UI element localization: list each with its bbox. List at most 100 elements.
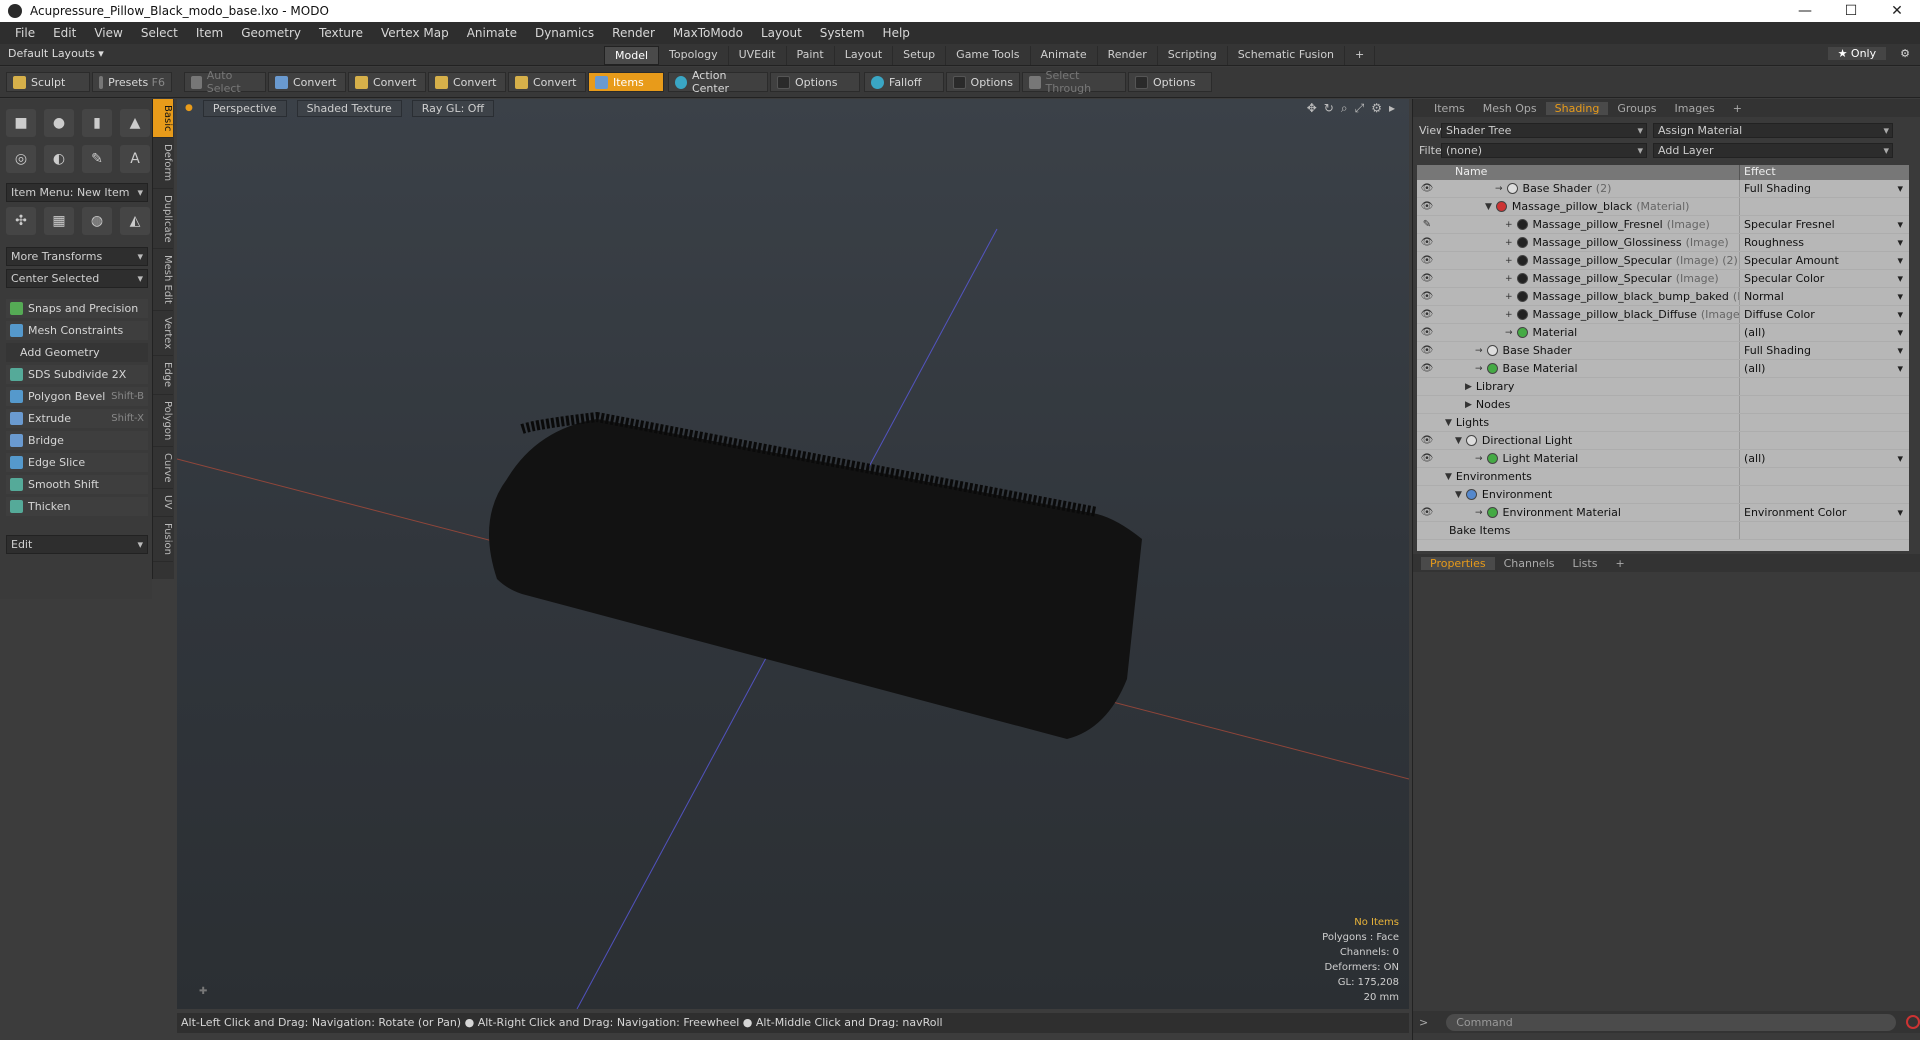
effect-dropdown[interactable] <box>1739 378 1909 395</box>
items-button[interactable]: Items <box>588 72 664 92</box>
options-button-3[interactable]: Options <box>1128 72 1212 92</box>
shading-button[interactable]: Shaded Texture <box>296 99 402 117</box>
visibility-eye-icon[interactable]: 👁 <box>1417 327 1437 338</box>
more-transforms-dropdown[interactable]: More Transforms <box>6 247 148 266</box>
menu-animate[interactable]: Animate <box>458 26 526 40</box>
side-tab-fusion[interactable]: Fusion <box>153 517 173 562</box>
expand-icon[interactable]: ▶ <box>1465 382 1472 392</box>
layout-tab-topology[interactable]: Topology <box>659 46 729 65</box>
layout-tab-setup[interactable]: Setup <box>893 46 947 65</box>
default-layouts-dropdown[interactable]: Default Layouts ▾ <box>8 47 104 60</box>
shader-tree-row[interactable]: 👁+Massage_pillow_black_Diffuse(Image)Dif… <box>1417 306 1909 324</box>
mesh-constraints-button[interactable]: Mesh Constraints <box>6 321 148 340</box>
only-toggle[interactable]: ★ Only <box>1827 47 1887 60</box>
cone-icon[interactable]: ▲ <box>120 109 150 137</box>
shader-tree-row[interactable]: 👁 ▼ Massage_pillow_black (Material) <box>1417 198 1909 216</box>
visibility-eye-icon[interactable]: 👁 <box>1417 273 1437 284</box>
raygl-button[interactable]: Ray GL: Off <box>411 99 495 117</box>
shader-tree-row[interactable]: 👁 ▼ Directional Light <box>1417 432 1909 450</box>
expand-icon[interactable]: → <box>1495 184 1503 194</box>
prop-tab-add[interactable]: + <box>1606 557 1633 570</box>
side-tab-vertex[interactable]: Vertex <box>153 311 173 357</box>
command-input[interactable]: Command <box>1446 1013 1897 1031</box>
shader-tree-row[interactable]: 👁+Massage_pillow_black_bump_baked(Image)… <box>1417 288 1909 306</box>
menu-edit[interactable]: Edit <box>44 26 85 40</box>
torus-icon[interactable]: ◎ <box>6 145 36 173</box>
minimize-button[interactable]: — <box>1782 0 1828 22</box>
sculpt-button[interactable]: Sculpt <box>6 72 90 92</box>
presets-button[interactable]: Presets F6 <box>92 72 172 92</box>
menu-select[interactable]: Select <box>132 26 187 40</box>
layout-tab-layout[interactable]: Layout <box>835 46 894 65</box>
expand-icon[interactable]: ▼ <box>1485 202 1492 212</box>
snaps-precision-button[interactable]: Snaps and Precision <box>6 299 148 318</box>
perspective-button[interactable]: Perspective <box>202 99 287 117</box>
text-icon[interactable]: A <box>120 145 150 173</box>
effect-dropdown[interactable] <box>1739 432 1909 449</box>
layout-tab-render[interactable]: Render <box>1098 46 1158 65</box>
menu-texture[interactable]: Texture <box>310 26 372 40</box>
grid-icon[interactable]: ▦ <box>44 207 74 235</box>
pen-icon[interactable]: ✎ <box>82 145 112 173</box>
shader-tree-row[interactable]: ▼ Environments <box>1417 468 1909 486</box>
viewport-settings-icon[interactable]: ⚙ <box>1371 101 1382 116</box>
add-layer-dropdown[interactable]: Add Layer <box>1653 142 1893 158</box>
shader-tree-row[interactable]: 👁 → Base Shader Full Shading ▾ <box>1417 342 1909 360</box>
visibility-eye-icon[interactable]: 👁 <box>1417 201 1437 212</box>
shader-tree-row[interactable]: 👁 → Base Material (all) ▾ <box>1417 360 1909 378</box>
effect-dropdown[interactable]: (all) ▾ <box>1739 360 1909 377</box>
effect-dropdown[interactable] <box>1739 522 1909 539</box>
perspective-icon[interactable]: ◭ <box>120 207 150 235</box>
shader-tree-row[interactable]: Bake Items <box>1417 522 1909 540</box>
menu-help[interactable]: Help <box>874 26 919 40</box>
effect-dropdown[interactable] <box>1739 198 1909 215</box>
layout-tab-paint[interactable]: Paint <box>787 46 835 65</box>
prop-tab-channels[interactable]: Channels <box>1495 557 1564 570</box>
shader-tree-row[interactable]: 👁 + Massage_pillow_Specular (Image) (2) Spec… <box>1417 252 1909 270</box>
effect-column-header[interactable]: Effect <box>1739 165 1909 180</box>
add-geometry-header[interactable]: Add Geometry <box>6 343 148 362</box>
action-center-button[interactable]: Action Center <box>668 69 768 95</box>
shader-tree-row[interactable]: 👁 + Massage_pillow_Specular (Image) Specular… <box>1417 270 1909 288</box>
expand-icon[interactable]: ▼ <box>1445 418 1452 428</box>
tool-smooth-shift[interactable]: Smooth Shift <box>6 475 148 494</box>
convert-button-1[interactable]: Convert <box>268 72 346 92</box>
effect-dropdown[interactable]: Full Shading ▾ <box>1739 342 1909 359</box>
panel-tab-items[interactable]: Items <box>1425 102 1474 115</box>
panel-tab-images[interactable]: Images <box>1666 102 1724 115</box>
expand-icon[interactable]: + <box>1505 292 1513 302</box>
gear-icon[interactable]: ⚙ <box>1900 47 1910 60</box>
visibility-eye-icon[interactable]: 👁 <box>1417 345 1437 356</box>
item-menu-dropdown[interactable]: Item Menu: New Item <box>6 183 148 202</box>
layout-tab-model[interactable]: Model <box>604 46 660 65</box>
layout-tab-uvedit[interactable]: UVEdit <box>729 46 787 65</box>
expand-icon[interactable]: → <box>1505 328 1513 338</box>
tool-handle-icon[interactable]: ✣ <box>6 207 36 235</box>
shader-tree-row[interactable]: 👁 → Material (all) ▾ <box>1417 324 1909 342</box>
capsule-icon[interactable]: ◐ <box>44 145 74 173</box>
layout-tab-game-tools[interactable]: Game Tools <box>946 46 1031 65</box>
convert-button-3[interactable]: Convert <box>428 72 506 92</box>
visibility-eye-icon[interactable]: 👁 <box>1417 363 1437 374</box>
visibility-eye-icon[interactable]: 👁 <box>1417 309 1437 320</box>
menu-dynamics[interactable]: Dynamics <box>526 26 603 40</box>
effect-dropdown[interactable]: Environment Color ▾ <box>1739 504 1909 521</box>
expand-icon[interactable]: ▼ <box>1455 490 1462 500</box>
expand-icon[interactable]: + <box>1505 220 1513 230</box>
tool-sds-subdivide-2x[interactable]: SDS Subdivide 2X <box>6 365 148 384</box>
shader-tree-row[interactable]: ▶ Nodes <box>1417 396 1909 414</box>
record-icon[interactable] <box>1906 1015 1920 1029</box>
effect-dropdown[interactable]: Specular Color ▾ <box>1739 270 1909 287</box>
convert-button-4[interactable]: Convert <box>508 72 586 92</box>
effect-dropdown[interactable]: (all) ▾ <box>1739 450 1909 467</box>
layout-tab-add[interactable]: + <box>1345 46 1376 65</box>
menu-maxtomodo[interactable]: MaxToModo <box>664 26 752 40</box>
cube-icon[interactable]: ■ <box>6 109 36 137</box>
shader-tree-row[interactable]: ▼ Environment <box>1417 486 1909 504</box>
visibility-eye-icon[interactable]: 👁 <box>1417 453 1437 464</box>
menu-geometry[interactable]: Geometry <box>232 26 310 40</box>
shader-tree-row[interactable]: 👁 → Base Shader (2) Full Shading ▾ <box>1417 180 1909 198</box>
options-button-2[interactable]: Options <box>946 72 1020 92</box>
3d-viewport[interactable]: ● Perspective Shaded Texture Ray GL: Off… <box>177 99 1409 1009</box>
move-view-icon[interactable]: ✥ <box>1307 101 1317 116</box>
